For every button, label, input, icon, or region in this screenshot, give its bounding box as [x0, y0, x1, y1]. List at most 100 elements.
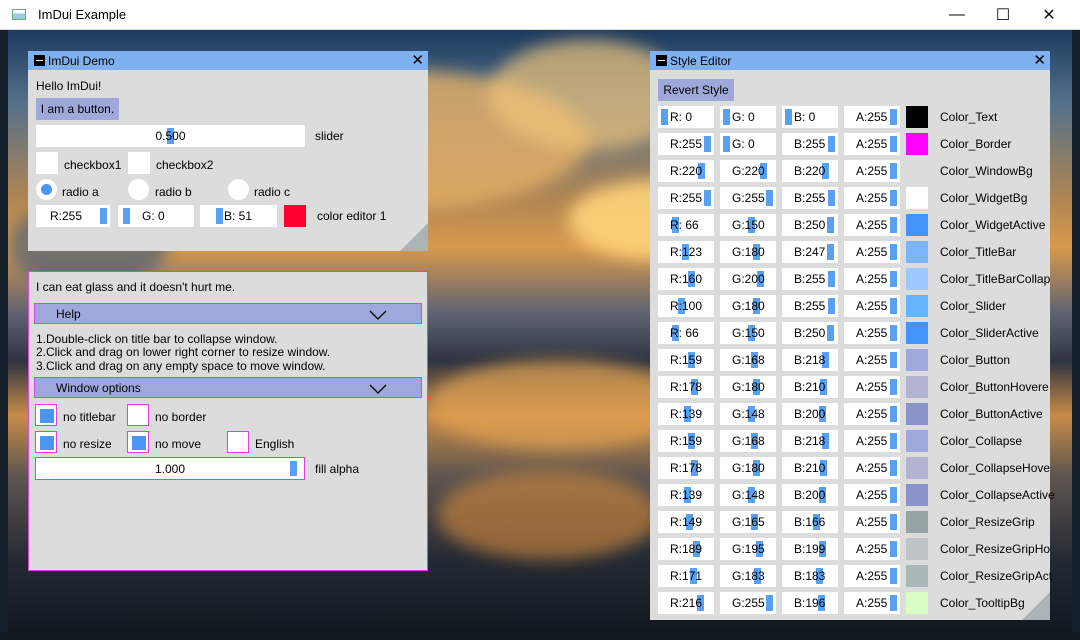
channel-r-field[interactable]: R:220 — [658, 160, 714, 182]
channel-r-field[interactable]: R:160 — [658, 268, 714, 290]
close-icon[interactable]: ✕ — [1033, 51, 1046, 69]
no-move-checkbox[interactable] — [127, 431, 149, 453]
no-resize-checkbox[interactable] — [35, 431, 57, 453]
channel-a-field[interactable]: A:255 — [844, 430, 900, 452]
close-icon[interactable]: ✕ — [411, 51, 424, 69]
channel-b-field[interactable]: B:210 — [782, 457, 838, 479]
channel-b-field[interactable]: B:218 — [782, 430, 838, 452]
channel-b-field[interactable]: B:196 — [782, 592, 838, 614]
channel-a-field[interactable]: A:255 — [844, 565, 900, 587]
channel-r-field[interactable]: R:159 — [658, 349, 714, 371]
color-swatch[interactable] — [906, 295, 928, 317]
channel-b-field[interactable]: B:199 — [782, 538, 838, 560]
imdui-demo-panel[interactable]: ImDui Demo ✕ Hello ImDui! I am a button.… — [28, 51, 428, 251]
channel-b-field[interactable]: B:255 — [782, 133, 838, 155]
channel-r-field[interactable]: R:139 — [658, 403, 714, 425]
channel-a-field[interactable]: A:255 — [844, 160, 900, 182]
resize-grip[interactable] — [400, 223, 428, 251]
channel-r-field[interactable]: R: 0 — [658, 106, 714, 128]
radio-b[interactable] — [128, 179, 149, 200]
channel-g-field[interactable]: G:180 — [720, 457, 776, 479]
channel-a-field[interactable]: A:255 — [844, 106, 900, 128]
no-titlebar-checkbox[interactable] — [35, 404, 57, 426]
checkbox1[interactable] — [36, 152, 58, 174]
glass-panel[interactable]: I can eat glass and it doesn't hurt me. … — [28, 271, 428, 571]
channel-g-field[interactable]: G:255 — [720, 592, 776, 614]
channel-b-field[interactable]: B:250 — [782, 214, 838, 236]
color-swatch[interactable] — [906, 268, 928, 290]
channel-b-field[interactable]: B:166 — [782, 511, 838, 533]
color-swatch[interactable] — [906, 538, 928, 560]
channel-g-field[interactable]: G:168 — [720, 430, 776, 452]
channel-r-field[interactable]: R:123 — [658, 241, 714, 263]
color-swatch[interactable] — [906, 214, 928, 236]
color-swatch[interactable] — [906, 565, 928, 587]
fill-alpha-slider[interactable]: 1.000 — [35, 457, 305, 480]
channel-r-field[interactable]: R:189 — [658, 538, 714, 560]
channel-g-field[interactable]: G:180 — [720, 241, 776, 263]
channel-a-field[interactable]: A:255 — [844, 403, 900, 425]
demo-button[interactable]: I am a button. — [36, 98, 119, 120]
color-swatch[interactable] — [906, 106, 928, 128]
channel-g-field[interactable]: G:150 — [720, 322, 776, 344]
revert-style-button[interactable]: Revert Style — [658, 79, 734, 101]
channel-b-field[interactable]: B:210 — [782, 376, 838, 398]
channel-b-field[interactable]: B:255 — [782, 187, 838, 209]
channel-g-field[interactable]: G:180 — [720, 376, 776, 398]
checkbox2[interactable] — [128, 152, 150, 174]
collapse-icon[interactable] — [656, 55, 667, 66]
channel-r-field[interactable]: R:255 — [658, 133, 714, 155]
channel-a-field[interactable]: A:255 — [844, 295, 900, 317]
channel-b-field[interactable]: B:255 — [782, 268, 838, 290]
channel-r-field[interactable]: R: 66 — [658, 214, 714, 236]
color-swatch[interactable] — [906, 592, 928, 614]
channel-b-field[interactable]: B:200 — [782, 403, 838, 425]
color-swatch[interactable] — [906, 160, 928, 182]
slider[interactable]: 0.500 — [36, 125, 305, 147]
channel-a-field[interactable]: A:255 — [844, 484, 900, 506]
style-editor-titlebar[interactable]: Style Editor ✕ — [650, 51, 1050, 70]
color-swatch[interactable] — [906, 376, 928, 398]
color-swatch[interactable] — [284, 205, 306, 227]
channel-r-field[interactable]: R:178 — [658, 457, 714, 479]
radio-c[interactable] — [228, 179, 249, 200]
channel-g-field[interactable]: G: 0 — [720, 133, 776, 155]
channel-b-field[interactable]: B:218 — [782, 349, 838, 371]
channel-g-field[interactable]: G:255 — [720, 187, 776, 209]
channel-g-field[interactable]: G:150 — [720, 214, 776, 236]
style-editor-panel[interactable]: Style Editor ✕ Revert Style R: 0 G: 0 B: 0… — [650, 51, 1055, 620]
channel-b-field[interactable]: B:250 — [782, 322, 838, 344]
channel-r-field[interactable]: R:139 — [658, 484, 714, 506]
channel-r-field[interactable]: R:149 — [658, 511, 714, 533]
color-swatch[interactable] — [906, 511, 928, 533]
channel-b-field[interactable]: B:247 — [782, 241, 838, 263]
channel-b-field[interactable]: B:220 — [782, 160, 838, 182]
channel-r-field[interactable]: R:216 — [658, 592, 714, 614]
channel-b-field[interactable]: B:255 — [782, 295, 838, 317]
color-swatch[interactable] — [906, 133, 928, 155]
channel-g-field[interactable]: G:165 — [720, 511, 776, 533]
no-border-checkbox[interactable] — [127, 404, 149, 426]
channel-a-field[interactable]: A:255 — [844, 511, 900, 533]
demo-titlebar[interactable]: ImDui Demo ✕ — [28, 51, 428, 70]
color-swatch[interactable] — [906, 322, 928, 344]
channel-r-field[interactable]: R:100 — [658, 295, 714, 317]
channel-b-field[interactable]: B:183 — [782, 565, 838, 587]
channel-a-field[interactable]: A:255 — [844, 187, 900, 209]
channel-g-field[interactable]: G:168 — [720, 349, 776, 371]
color-swatch[interactable] — [906, 241, 928, 263]
channel-a-field[interactable]: A:255 — [844, 592, 900, 614]
channel-a-field[interactable]: A:255 — [844, 241, 900, 263]
collapse-icon[interactable] — [34, 55, 45, 66]
channel-b-field[interactable]: B: 0 — [782, 106, 838, 128]
channel-a-field[interactable]: A:255 — [844, 349, 900, 371]
channel-a-field[interactable]: A:255 — [844, 538, 900, 560]
resize-grip[interactable] — [1022, 592, 1050, 620]
channel-r-field[interactable]: R:171 — [658, 565, 714, 587]
window-titlebar[interactable]: ImDui Example — ☐ ✕ — [0, 0, 1080, 30]
close-window-button[interactable]: ✕ — [1026, 0, 1072, 30]
channel-g-field[interactable]: G:180 — [720, 295, 776, 317]
channel-a-field[interactable]: A:255 — [844, 268, 900, 290]
color-swatch[interactable] — [906, 484, 928, 506]
channel-a-field[interactable]: A:255 — [844, 457, 900, 479]
